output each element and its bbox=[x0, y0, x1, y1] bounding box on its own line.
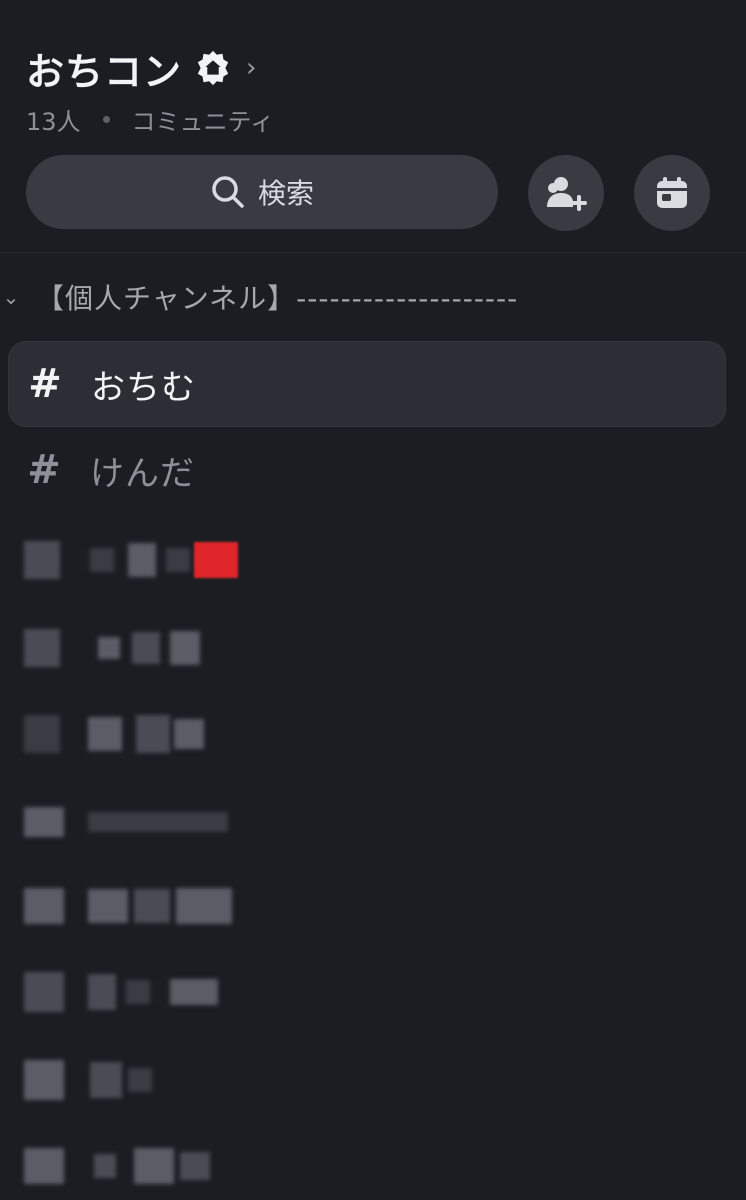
obscured-text bbox=[134, 889, 170, 923]
channel-item-obscured[interactable] bbox=[24, 618, 200, 678]
separator-dot bbox=[102, 116, 110, 123]
channel-item-obscured[interactable] bbox=[24, 792, 228, 852]
channel-item[interactable]: # けんだ bbox=[8, 428, 724, 512]
search-label: 検索 bbox=[257, 177, 314, 210]
hash-icon bbox=[24, 541, 60, 579]
hash-icon bbox=[24, 888, 64, 924]
obscured-text bbox=[176, 888, 232, 924]
category-label: 【個人チャンネル】-------------------- bbox=[36, 282, 519, 315]
search-icon bbox=[212, 176, 244, 208]
hash-icon: # bbox=[27, 447, 61, 493]
hash-icon bbox=[24, 807, 64, 837]
channel-item-obscured[interactable] bbox=[24, 704, 204, 764]
obscured-text bbox=[94, 1154, 116, 1178]
channel-label: おちむ bbox=[91, 367, 196, 408]
hash-icon bbox=[24, 629, 60, 667]
obscured-text bbox=[90, 548, 114, 572]
channel-item-obscured[interactable] bbox=[24, 1050, 152, 1110]
calendar-icon bbox=[657, 177, 687, 208]
obscured-text bbox=[90, 1062, 122, 1098]
hash-icon bbox=[24, 1060, 64, 1100]
chevron-right-icon[interactable]: › bbox=[246, 53, 256, 83]
server-header: おちコン › 13人 コミュニティ bbox=[26, 38, 726, 137]
obscured-text bbox=[166, 548, 190, 572]
channel-item-obscured[interactable] bbox=[24, 876, 232, 936]
home-badge-icon bbox=[197, 50, 229, 86]
invite-members-button[interactable] bbox=[528, 155, 604, 231]
channel-label: けんだ bbox=[90, 453, 195, 494]
channel-item-obscured[interactable] bbox=[24, 530, 238, 590]
obscured-text bbox=[88, 717, 122, 751]
obscured-text bbox=[128, 1068, 152, 1092]
obscured-text bbox=[180, 1152, 210, 1180]
obscured-text bbox=[98, 637, 120, 659]
hash-icon bbox=[24, 1148, 64, 1184]
member-count: 13人 bbox=[26, 108, 81, 136]
obscured-text bbox=[132, 632, 160, 664]
channel-item-obscured[interactable] bbox=[24, 962, 218, 1022]
channel-item-obscured[interactable] bbox=[24, 1136, 210, 1196]
channel-item-active[interactable]: # おちむ bbox=[8, 341, 726, 427]
hash-icon: # bbox=[28, 361, 62, 407]
unread-badge bbox=[194, 542, 238, 578]
channel-sidebar: おちコン › 13人 コミュニティ 検索 ⌄ 【個人チャンネル】--------… bbox=[0, 0, 746, 1200]
category-header[interactable]: ⌄ 【個人チャンネル】-------------------- bbox=[0, 275, 518, 319]
obscured-text bbox=[88, 889, 128, 923]
events-button[interactable] bbox=[634, 155, 710, 231]
hash-icon bbox=[24, 715, 60, 753]
obscured-text bbox=[88, 812, 228, 832]
add-member-icon bbox=[547, 177, 587, 211]
server-title-row[interactable]: おちコン › bbox=[26, 38, 726, 98]
obscured-text bbox=[170, 631, 200, 665]
obscured-text bbox=[134, 1148, 174, 1184]
obscured-text bbox=[126, 980, 150, 1004]
obscured-text bbox=[170, 979, 218, 1005]
obscured-text bbox=[128, 543, 156, 577]
server-name[interactable]: おちコン bbox=[26, 41, 182, 96]
sidebar-toolbar: 検索 bbox=[26, 155, 716, 231]
header-divider bbox=[0, 252, 746, 253]
obscured-text bbox=[136, 715, 170, 753]
obscured-text bbox=[174, 719, 204, 749]
chevron-down-icon[interactable]: ⌄ bbox=[0, 285, 22, 309]
hash-icon bbox=[24, 972, 64, 1012]
obscured-text bbox=[88, 974, 116, 1010]
server-meta: 13人 コミュニティ bbox=[26, 102, 726, 137]
server-type-label: コミュニティ bbox=[131, 108, 275, 136]
search-button[interactable]: 検索 bbox=[26, 155, 498, 229]
